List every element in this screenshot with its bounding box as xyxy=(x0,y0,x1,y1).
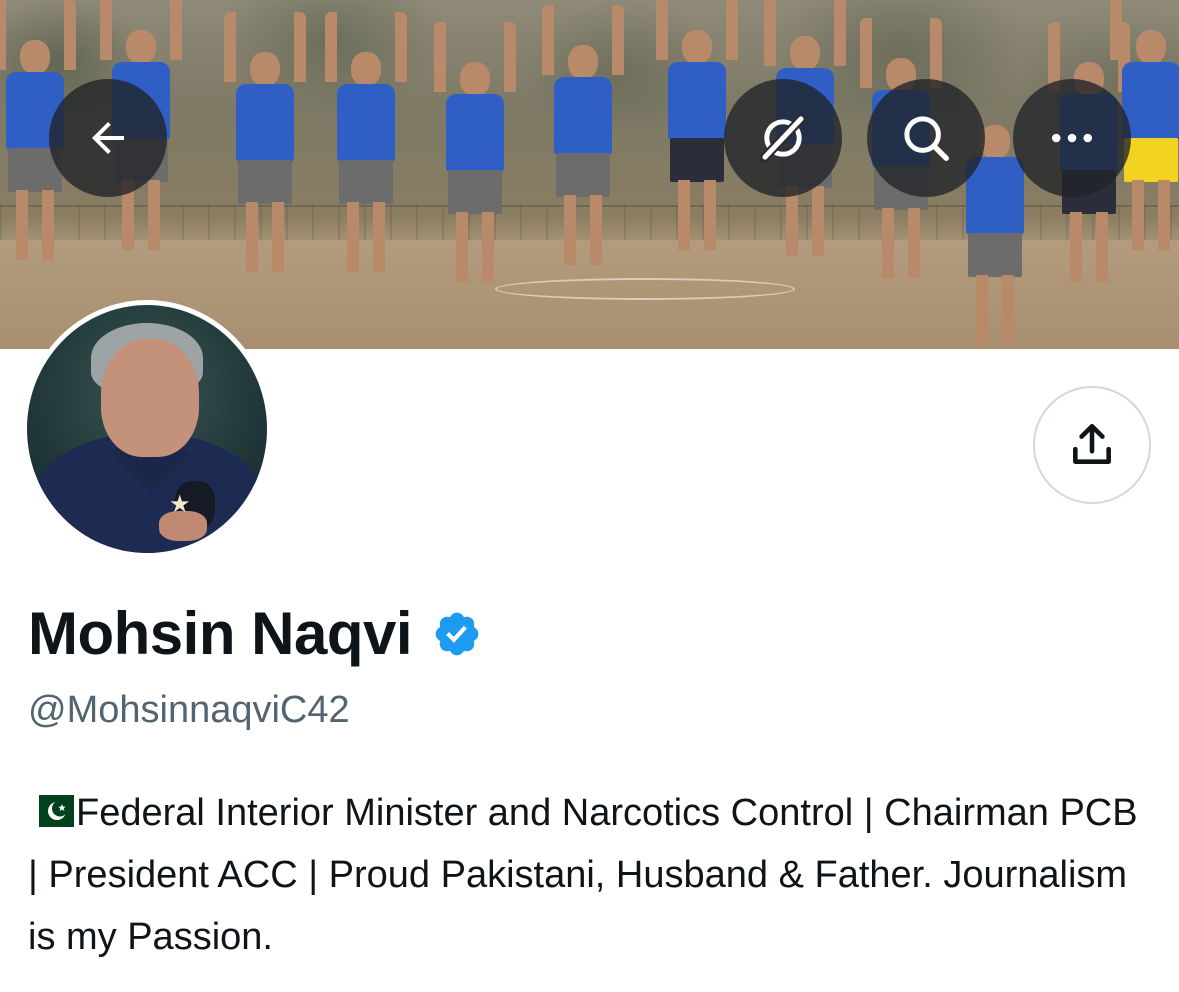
share-icon xyxy=(1073,423,1111,464)
share-button[interactable] xyxy=(1033,386,1151,504)
grok-icon xyxy=(759,113,807,163)
more-button[interactable] xyxy=(1013,79,1131,197)
avatar-photo: ★ xyxy=(27,305,267,553)
search-button[interactable] xyxy=(867,79,985,197)
profile-name-row: Mohsin Naqvi xyxy=(28,598,482,670)
profile-bio: Federal Interior Minister and Narcotics … xyxy=(28,782,1148,968)
verified-badge-icon[interactable] xyxy=(432,609,482,659)
profile-name: Mohsin Naqvi xyxy=(28,600,413,667)
profile-avatar[interactable]: ★ xyxy=(22,300,272,558)
profile-banner[interactable] xyxy=(0,0,1179,349)
back-button[interactable] xyxy=(49,79,167,197)
pakistan-flag-icon xyxy=(28,795,74,827)
grok-button[interactable] xyxy=(724,79,842,197)
bio-text: Federal Interior Minister and Narcotics … xyxy=(28,792,1138,958)
back-arrow-icon xyxy=(92,122,124,154)
search-icon xyxy=(904,116,949,161)
profile-handle: @MohsinnaqviC42 xyxy=(28,689,350,731)
banner-pitch-marking xyxy=(495,278,795,300)
more-icon xyxy=(1051,133,1093,143)
